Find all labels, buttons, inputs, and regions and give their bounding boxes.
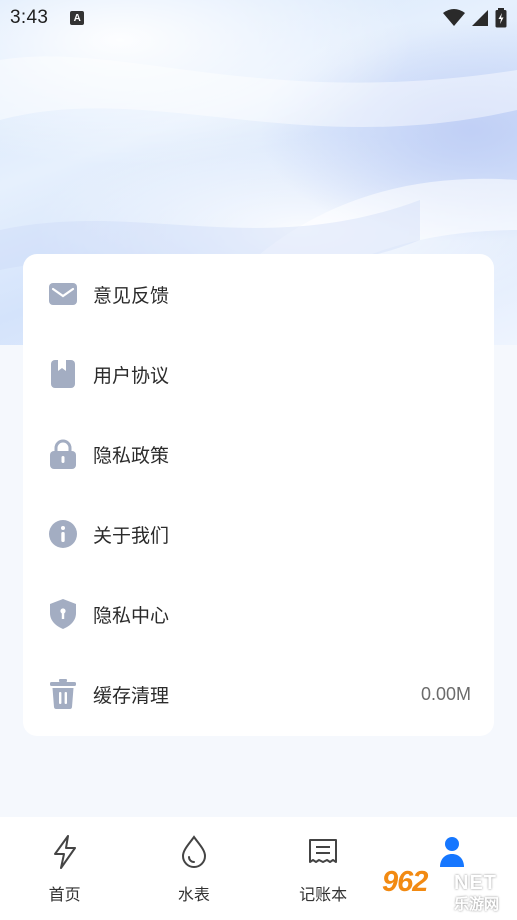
menu-item-label: 用户协议 xyxy=(93,365,170,387)
user-icon xyxy=(436,835,468,869)
menu-item-label: 缓存清理 xyxy=(93,685,170,707)
water-drop-icon xyxy=(178,835,210,869)
ledger-icon xyxy=(307,835,339,869)
menu-item-label: 意见反馈 xyxy=(93,285,170,307)
menu-card: 意见反馈 用户协议 隐私政策 关于我们 隐私中心 缓存清理 0.00M xyxy=(23,254,494,736)
menu-item-clear-cache[interactable]: 缓存清理 0.00M xyxy=(23,654,494,734)
menu-item-privacy-policy[interactable]: 隐私政策 xyxy=(23,414,494,494)
shield-icon xyxy=(49,599,77,629)
menu-item-feedback[interactable]: 意见反馈 xyxy=(23,254,494,334)
site-watermark: 962 NET 乐游网 xyxy=(380,866,512,914)
wifi-icon xyxy=(443,9,465,26)
watermark-brand: 962 xyxy=(382,866,428,898)
cache-size-value: 0.00M xyxy=(420,683,471,704)
book-icon xyxy=(49,360,77,388)
menu-item-label: 隐私政策 xyxy=(93,445,170,467)
menu-item-user-agreement[interactable]: 用户协议 xyxy=(23,334,494,414)
lock-icon xyxy=(49,439,77,469)
menu-item-about-us[interactable]: 关于我们 xyxy=(23,494,494,574)
tab-label: 记账本 xyxy=(299,887,348,904)
watermark-net: NET xyxy=(454,872,497,894)
signal-icon xyxy=(472,10,488,26)
menu-item-label: 关于我们 xyxy=(93,525,170,547)
tab-water-meter[interactable]: 水表 xyxy=(129,817,258,920)
info-icon xyxy=(49,520,77,548)
watermark-sub: 乐游网 xyxy=(454,896,500,913)
lightning-icon xyxy=(49,835,81,869)
menu-item-label: 隐私中心 xyxy=(93,605,170,627)
menu-item-privacy-center[interactable]: 隐私中心 xyxy=(23,574,494,654)
tab-ledger[interactable]: 记账本 xyxy=(259,817,388,920)
mail-icon xyxy=(49,280,77,308)
status-bar: 3:43 A xyxy=(0,0,517,36)
status-time: 3:43 xyxy=(10,7,49,28)
battery-icon xyxy=(495,8,507,28)
tab-label: 首页 xyxy=(48,887,81,904)
tab-home[interactable]: 首页 xyxy=(0,817,129,920)
trash-icon xyxy=(49,679,77,709)
notification-icon: A xyxy=(70,11,85,25)
tab-label: 水表 xyxy=(177,887,210,904)
